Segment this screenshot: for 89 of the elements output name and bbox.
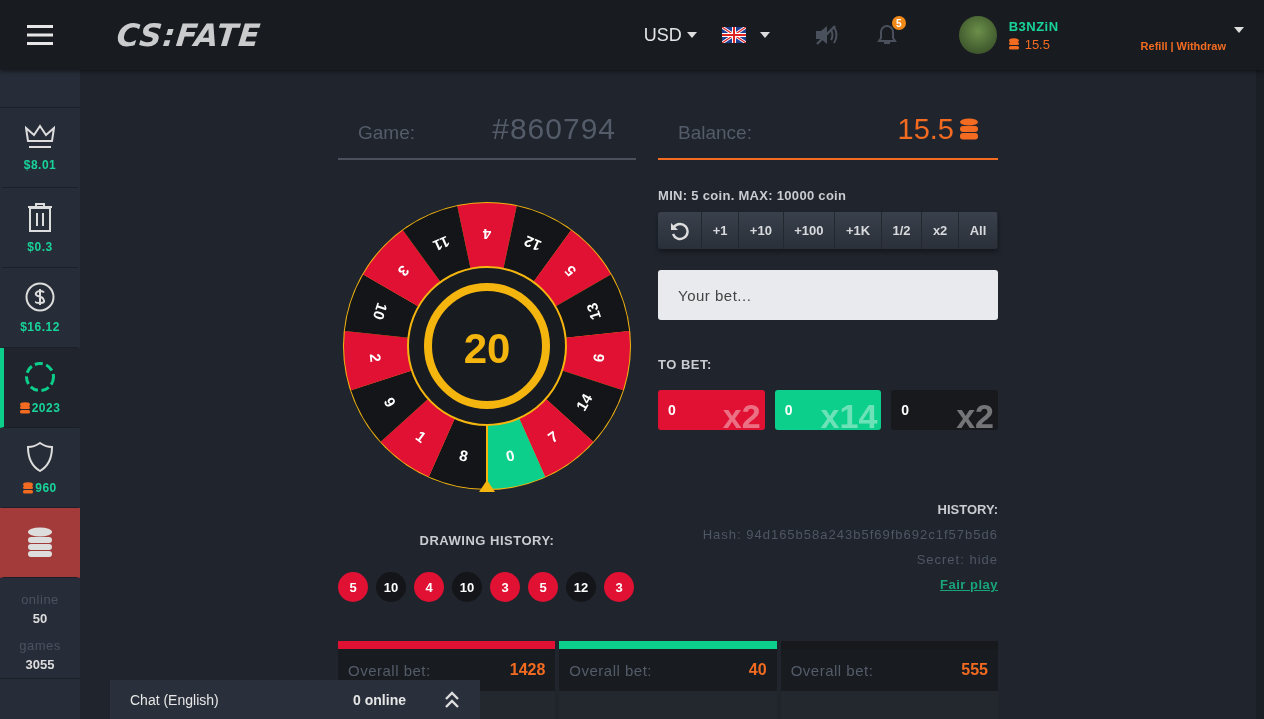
balance-label: Balance:	[678, 121, 752, 144]
history-result: 3	[604, 572, 634, 602]
flag-icon[interactable]	[721, 27, 746, 43]
overall-bet-label: Overall bet:	[348, 661, 431, 679]
segment-number: 12	[521, 232, 544, 255]
logo[interactable]: CS:FATE	[115, 17, 263, 53]
segment-number: 3	[394, 262, 413, 280]
amount-button[interactable]: +1K	[835, 212, 882, 249]
segment-number: 8	[457, 446, 470, 465]
item-amount: $0.3	[27, 239, 53, 254]
crown-icon	[25, 123, 55, 150]
double-chevron-up-icon[interactable]	[444, 690, 460, 709]
trash-icon	[27, 201, 53, 232]
item-amount: $16.12	[20, 319, 60, 334]
sidebar-item[interactable]	[0, 508, 80, 578]
chat-title: Chat (English)	[130, 691, 220, 708]
amount-button[interactable]: +10	[739, 212, 784, 249]
chat-bar[interactable]: Chat (English) 0 online	[110, 680, 480, 719]
separator: |	[1170, 40, 1174, 52]
history-result: 3	[490, 572, 520, 602]
bet-limits: MIN: 5 coin. MAX: 10000 coin	[658, 188, 848, 203]
refill-link[interactable]: Refill	[1140, 40, 1168, 52]
sidebar-item[interactable]: $8.01	[0, 108, 80, 188]
segment-number: 14	[572, 390, 596, 414]
segment-number: 7	[544, 427, 562, 446]
overall-bet-total: 40	[748, 661, 767, 679]
history-result: 5	[338, 572, 368, 602]
stat-value: 3055	[25, 657, 55, 672]
currency-dropdown[interactable]: USD	[643, 24, 697, 46]
history-result: 4	[414, 572, 444, 602]
segment-number: 6	[589, 352, 608, 363]
segment-number: 11	[430, 232, 453, 255]
reset-button[interactable]	[658, 212, 702, 249]
shield-icon	[26, 440, 54, 473]
segment-number: 0	[504, 446, 517, 465]
segment-number: 9	[380, 394, 400, 410]
stat-value: 50	[32, 611, 48, 626]
history-result: 12	[566, 572, 596, 602]
coin-stack-icon	[1008, 38, 1019, 50]
amount-button[interactable]: All	[959, 212, 998, 249]
sidebar-item[interactable]: $0.3	[0, 188, 80, 268]
amount-button[interactable]: 1/2	[881, 212, 923, 249]
item-amount: $8.01	[23, 157, 57, 172]
balance-value: 15.5	[897, 112, 954, 146]
bet-input[interactable]: Your bet...	[658, 270, 998, 320]
notification-badge: 5	[891, 16, 906, 30]
bet-color-button[interactable]: 0 x2	[658, 390, 765, 430]
caret-icon[interactable]	[759, 32, 770, 38]
amount-button[interactable]: +1	[702, 212, 740, 249]
segment-number: 10	[369, 300, 392, 322]
caret-icon	[686, 32, 697, 38]
avatar[interactable]	[958, 16, 997, 54]
history-result: 5	[528, 572, 558, 602]
dollar-icon	[25, 281, 55, 312]
segment-number: 13	[582, 300, 605, 322]
bell-icon[interactable]	[876, 24, 897, 46]
dashed-ring-icon	[24, 360, 56, 393]
section-title: HISTORY:	[937, 502, 998, 517]
segment-number: 1	[412, 427, 430, 446]
coin-stack-icon	[960, 118, 978, 140]
menu-icon[interactable]	[27, 25, 53, 45]
game-label: Game:	[358, 121, 416, 144]
item-amount: 960	[35, 480, 57, 495]
overall-bet-total: 1428	[509, 661, 546, 679]
amount-button[interactable]: x2	[922, 212, 959, 249]
overall-bet-label: Overall bet:	[790, 661, 874, 679]
overall-bet-total: 555	[961, 661, 988, 679]
reset-icon	[669, 220, 690, 241]
fair-play-link[interactable]: Fair play	[940, 577, 998, 592]
withdraw-link[interactable]: Withdraw	[1176, 40, 1226, 52]
bet-color-button[interactable]: 0 x2	[891, 390, 998, 430]
segment-number: 5	[561, 262, 580, 280]
history-result: 10	[452, 572, 482, 602]
chat-online-count: 0 online	[353, 691, 406, 708]
history-result: 10	[376, 572, 406, 602]
coin-stack-icon	[27, 526, 53, 559]
game-number: #860794	[492, 112, 616, 146]
segment-number: 2	[366, 352, 385, 363]
overall-bet-label: Overall bet:	[569, 661, 653, 679]
segment-number: 4	[482, 225, 492, 243]
sidebar-item[interactable]: 2023	[0, 348, 80, 428]
item-amount: 2023	[31, 400, 61, 415]
section-title: TO BET:	[658, 357, 713, 372]
user-balance: 15.5	[1024, 36, 1050, 52]
username[interactable]: B3NZiN	[1008, 18, 1059, 34]
caret-icon[interactable]	[1234, 27, 1244, 33]
amount-button[interactable]: +100	[783, 212, 836, 249]
section-title: DRAWING HISTORY:	[419, 533, 555, 548]
countdown-timer: 20	[463, 324, 511, 372]
